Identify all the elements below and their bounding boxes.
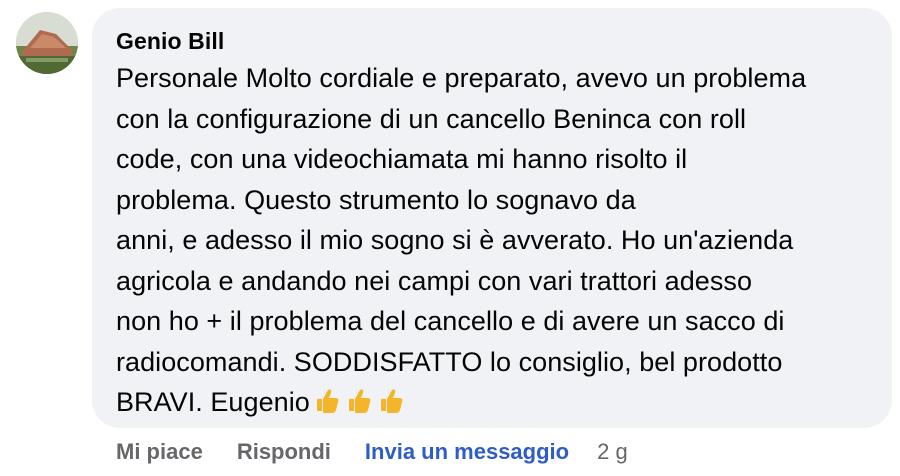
comment-text: Personale Molto cordiale e preparato, av… bbox=[116, 58, 872, 423]
comment-bubble: Genio Bill Personale Molto cordiale e pr… bbox=[92, 8, 892, 428]
comment-line: anni, e adesso il mio sogno si è avverat… bbox=[116, 225, 794, 255]
comment-timestamp[interactable]: 2 g bbox=[597, 439, 628, 465]
send-message-button[interactable]: Invia un messaggio bbox=[365, 439, 569, 465]
avatar[interactable] bbox=[16, 12, 78, 74]
comment-author[interactable]: Genio Bill bbox=[116, 26, 872, 56]
reply-button[interactable]: Rispondi bbox=[237, 439, 331, 465]
comment-actions: Mi piace Rispondi Invia un messaggio 2 g bbox=[116, 436, 628, 468]
comment-line: non ho + il problema del cancello e di a… bbox=[116, 306, 785, 336]
thumbs-up-icon bbox=[344, 385, 374, 415]
avatar-landscape-image bbox=[16, 12, 78, 74]
comment-line: radiocomandi. SODDISFATTO lo consiglio, … bbox=[116, 346, 783, 377]
comment-line: Personale Molto cordiale e preparato, av… bbox=[116, 63, 807, 93]
like-button[interactable]: Mi piace bbox=[116, 439, 203, 465]
comment-last-line: BRAVI. Eugenio bbox=[116, 382, 872, 423]
comment-line: agricola e andando nei campi con vari tr… bbox=[116, 265, 753, 296]
thumbs-up-icon bbox=[312, 385, 342, 415]
comment-line: code, con una videochiamata mi hanno ris… bbox=[116, 144, 688, 174]
thumbs-up-icon bbox=[376, 385, 406, 415]
comment-line: con la configurazione di un cancello Ben… bbox=[116, 103, 747, 134]
comment-line: problema. Questo strumento lo sognavo da bbox=[116, 184, 636, 215]
comment-line: BRAVI. Eugenio bbox=[116, 387, 310, 417]
